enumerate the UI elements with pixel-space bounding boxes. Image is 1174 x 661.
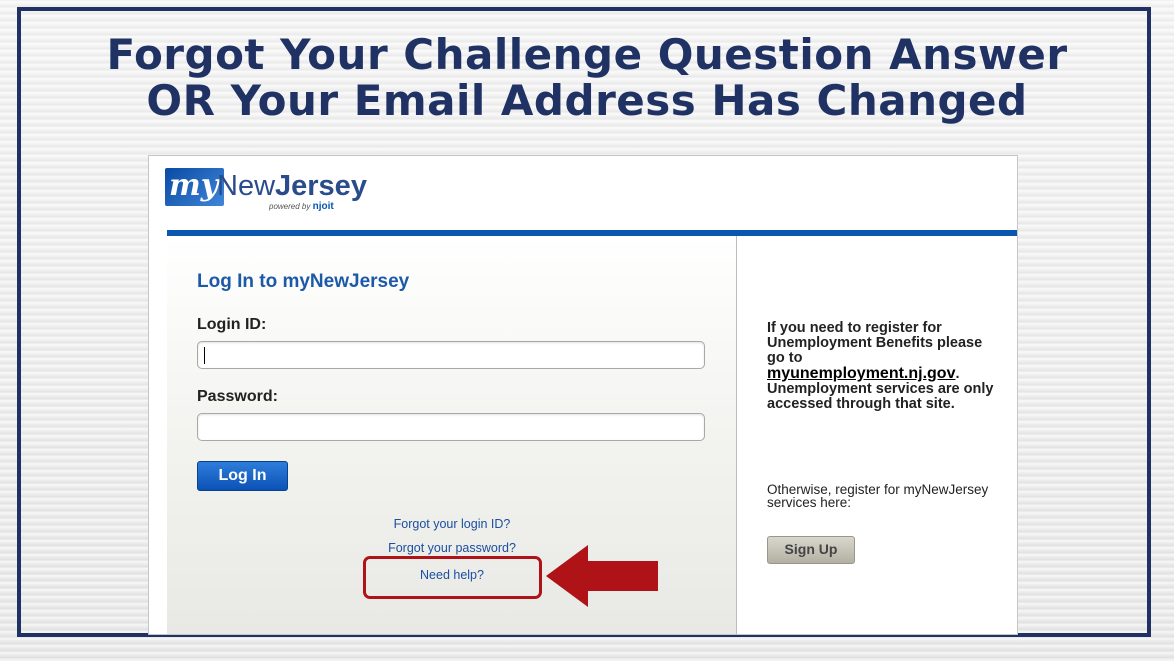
left-arrow-icon <box>546 545 658 607</box>
register-info-panel: If you need to register for Unemployment… <box>737 236 1017 634</box>
site-link-suffix: . <box>955 366 960 382</box>
password-input[interactable] <box>197 413 705 441</box>
unemployment-info-line2: Unemployment services are only accessed … <box>767 381 994 412</box>
logo-powered-brand: njoit <box>312 201 334 212</box>
slide-title: Forgot Your Challenge Question Answer OR… <box>0 32 1174 124</box>
forgot-login-id-link[interactable]: Forgot your login ID? <box>167 517 737 531</box>
login-button[interactable]: Log In <box>197 461 288 491</box>
slide-title-line-2: OR Your Email Address Has Changed <box>146 76 1028 125</box>
login-id-input[interactable] <box>197 341 705 369</box>
password-label: Password: <box>197 388 278 405</box>
need-help-highlight <box>363 556 542 599</box>
text-caret <box>204 347 205 364</box>
register-otherwise-text: Otherwise, register for myNewJersey serv… <box>767 482 989 510</box>
logo-powered-text: powered by <box>269 202 311 211</box>
sign-up-button[interactable]: Sign Up <box>767 536 855 564</box>
unemployment-info: If you need to register for Unemployment… <box>767 321 997 412</box>
logo-wordmark: NewJersey <box>217 170 367 202</box>
site-header: my NewJersey powered by njoit <box>149 156 1017 236</box>
unemployment-info-line1: If you need to register for Unemployment… <box>767 320 983 366</box>
login-id-label: Login ID: <box>197 316 267 333</box>
logo-powered-by: powered by njoit <box>269 201 334 212</box>
logo-jersey: Jersey <box>275 170 367 202</box>
unemployment-site-link[interactable]: myunemployment.nj.gov <box>767 365 955 382</box>
logo-my-mark: my <box>165 168 225 206</box>
mynewjersey-logo[interactable]: my NewJersey powered by njoit <box>165 168 405 218</box>
slide-title-line-1: Forgot Your Challenge Question Answer <box>106 30 1068 79</box>
login-title: Log In to myNewJersey <box>197 271 410 292</box>
logo-new: New <box>217 170 276 202</box>
